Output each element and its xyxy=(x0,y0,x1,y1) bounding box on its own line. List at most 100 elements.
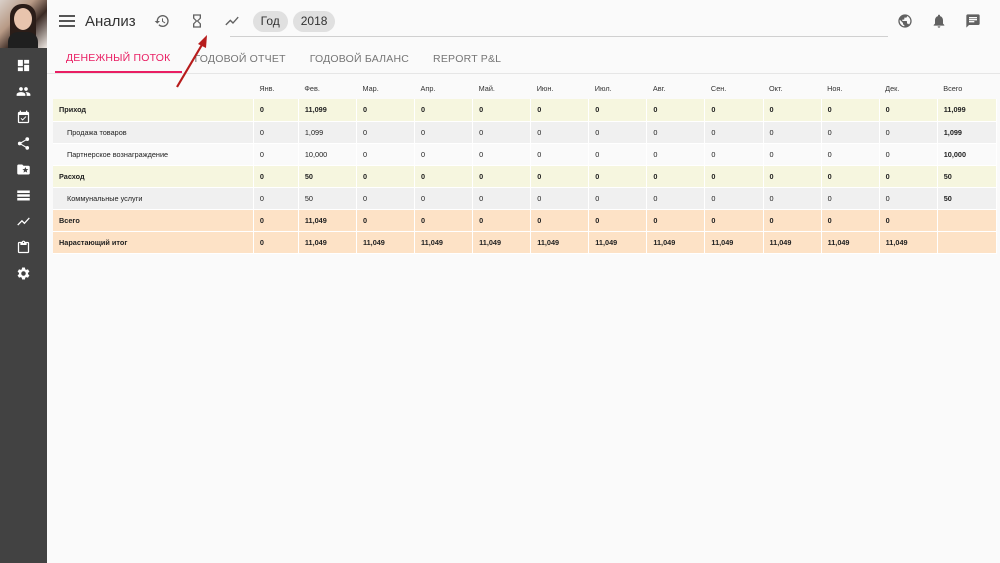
table-cell: 0 xyxy=(704,187,764,210)
row-label: Приход xyxy=(53,99,254,122)
table-cell: 1,099 xyxy=(937,121,998,144)
table-cell: 0 xyxy=(253,143,299,166)
table-cell: 0 xyxy=(763,99,822,122)
table-cell: 0 xyxy=(356,209,416,232)
sidebar xyxy=(0,0,47,563)
table-cell: 0 xyxy=(414,165,474,188)
column-header: Июн. xyxy=(530,78,589,99)
tab-annual-report[interactable]: ГОДОВОЙ ОТЧЕТ xyxy=(182,44,297,73)
column-header: Всего xyxy=(937,78,997,99)
table-cell: 0 xyxy=(588,187,648,210)
table-cell: 11,099 xyxy=(298,99,357,122)
table-cell: 11,049 xyxy=(763,231,822,254)
settings-icon[interactable] xyxy=(0,260,47,286)
table-cell: 11,049 xyxy=(879,231,938,254)
column-header: Мар. xyxy=(356,78,415,99)
table-cell: 11,099 xyxy=(937,99,998,122)
people-icon[interactable] xyxy=(0,78,47,104)
avatar[interactable] xyxy=(0,0,47,48)
clipboard-icon[interactable] xyxy=(0,234,47,260)
table-cell: 0 xyxy=(646,143,706,166)
table-cell: 0 xyxy=(530,209,590,232)
table-cell: 0 xyxy=(588,209,648,232)
table-cell: 0 xyxy=(646,209,706,232)
table-cell xyxy=(937,231,998,254)
table-cell: 11,049 xyxy=(646,231,706,254)
table-cell: 0 xyxy=(821,165,880,188)
table-row: Расход 0 50 0 0 0 0 0 0 0 0 0 0 50 xyxy=(53,165,998,188)
topbar: Анализ Год 2018 xyxy=(47,0,1000,42)
column-header: Фев. xyxy=(298,78,357,99)
table-row: Продажа товаров 0 1,099 0 0 0 0 0 0 0 0 0 0 1,099 xyxy=(53,121,998,144)
report-tabs: ДЕНЕЖНЫЙ ПОТОК ГОДОВОЙ ОТЧЕТ ГОДОВОЙ БАЛ… xyxy=(55,44,513,73)
year-chip[interactable]: 2018 xyxy=(292,10,336,32)
table-cell: 11,049 xyxy=(356,231,416,254)
menu-icon[interactable] xyxy=(59,15,75,27)
table-cell: 0 xyxy=(704,143,764,166)
table-row: Приход 0 11,099 0 0 0 0 0 0 0 0 0 0 11,099 xyxy=(53,99,998,122)
hourglass-icon[interactable] xyxy=(188,12,206,30)
row-label: Коммунальные услуги xyxy=(53,187,254,210)
tab-cash-flow[interactable]: ДЕНЕЖНЫЙ ПОТОК xyxy=(55,44,183,73)
chat-icon[interactable] xyxy=(964,12,982,30)
table-cell: 0 xyxy=(356,143,416,166)
table-cell: 11,049 xyxy=(530,231,590,254)
table-cell: 0 xyxy=(253,165,299,188)
table-cell: 11,049 xyxy=(414,231,474,254)
list-icon[interactable] xyxy=(0,182,47,208)
column-header: Апр. xyxy=(414,78,473,99)
globe-icon[interactable] xyxy=(896,12,914,30)
column-header: Дек. xyxy=(879,78,938,99)
table-cell: 0 xyxy=(879,209,938,232)
column-header-label xyxy=(53,78,254,99)
table-cell: 11,049 xyxy=(821,231,880,254)
analytics-icon[interactable] xyxy=(0,208,47,234)
table-cell: 0 xyxy=(879,165,938,188)
table-cell: 0 xyxy=(763,209,822,232)
folder-star-icon[interactable] xyxy=(0,156,47,182)
table-cell: 0 xyxy=(530,187,590,210)
tab-annual-balance[interactable]: ГОДОВОЙ БАЛАНС xyxy=(298,44,421,73)
table-cell: 0 xyxy=(472,99,532,122)
history-icon[interactable] xyxy=(153,12,171,30)
table-cell: 0 xyxy=(588,143,648,166)
table-cell: 0 xyxy=(879,187,938,210)
trending-icon[interactable] xyxy=(223,12,241,30)
table-cell: 0 xyxy=(472,165,532,188)
period-chip[interactable]: Год xyxy=(252,10,288,32)
table-cell: 0 xyxy=(879,143,938,166)
share-icon[interactable] xyxy=(0,130,47,156)
table-cell: 0 xyxy=(356,187,416,210)
tab-report-pl[interactable]: REPORT P&L xyxy=(421,44,513,73)
table-cell: 11,049 xyxy=(472,231,532,254)
table-cell: 0 xyxy=(472,121,532,144)
table-cell: 0 xyxy=(588,121,648,144)
row-label: Нарастающий итог xyxy=(53,231,254,254)
notifications-icon[interactable] xyxy=(930,12,948,30)
table-row: Партнерское вознаграждение 0 10,000 0 0 0 0 0 0 0… xyxy=(53,143,998,166)
table-cell: 0 xyxy=(763,165,822,188)
table-cell: 0 xyxy=(472,143,532,166)
dashboard-icon[interactable] xyxy=(0,52,47,78)
table-cell: 0 xyxy=(356,121,416,144)
table-cell xyxy=(937,209,998,232)
table-cell: 0 xyxy=(253,99,299,122)
column-header: Окт. xyxy=(763,78,822,99)
column-header: Сен. xyxy=(704,78,763,99)
table-cell: 0 xyxy=(879,99,938,122)
event-check-icon[interactable] xyxy=(0,104,47,130)
table-cell: 50 xyxy=(937,187,998,210)
table-cell: 0 xyxy=(588,165,648,188)
table-cell: 10,000 xyxy=(298,143,357,166)
table-cell: 11,049 xyxy=(588,231,648,254)
table-cell: 0 xyxy=(253,121,299,144)
search-underline[interactable] xyxy=(230,36,888,37)
table-cell: 0 xyxy=(414,143,474,166)
table-cell: 0 xyxy=(646,187,706,210)
table-cell: 0 xyxy=(356,165,416,188)
column-header: Янв. xyxy=(253,78,299,99)
table-cell: 0 xyxy=(472,187,532,210)
table-cell: 0 xyxy=(821,121,880,144)
table-cell: 0 xyxy=(530,121,590,144)
table-cell: 0 xyxy=(879,121,938,144)
